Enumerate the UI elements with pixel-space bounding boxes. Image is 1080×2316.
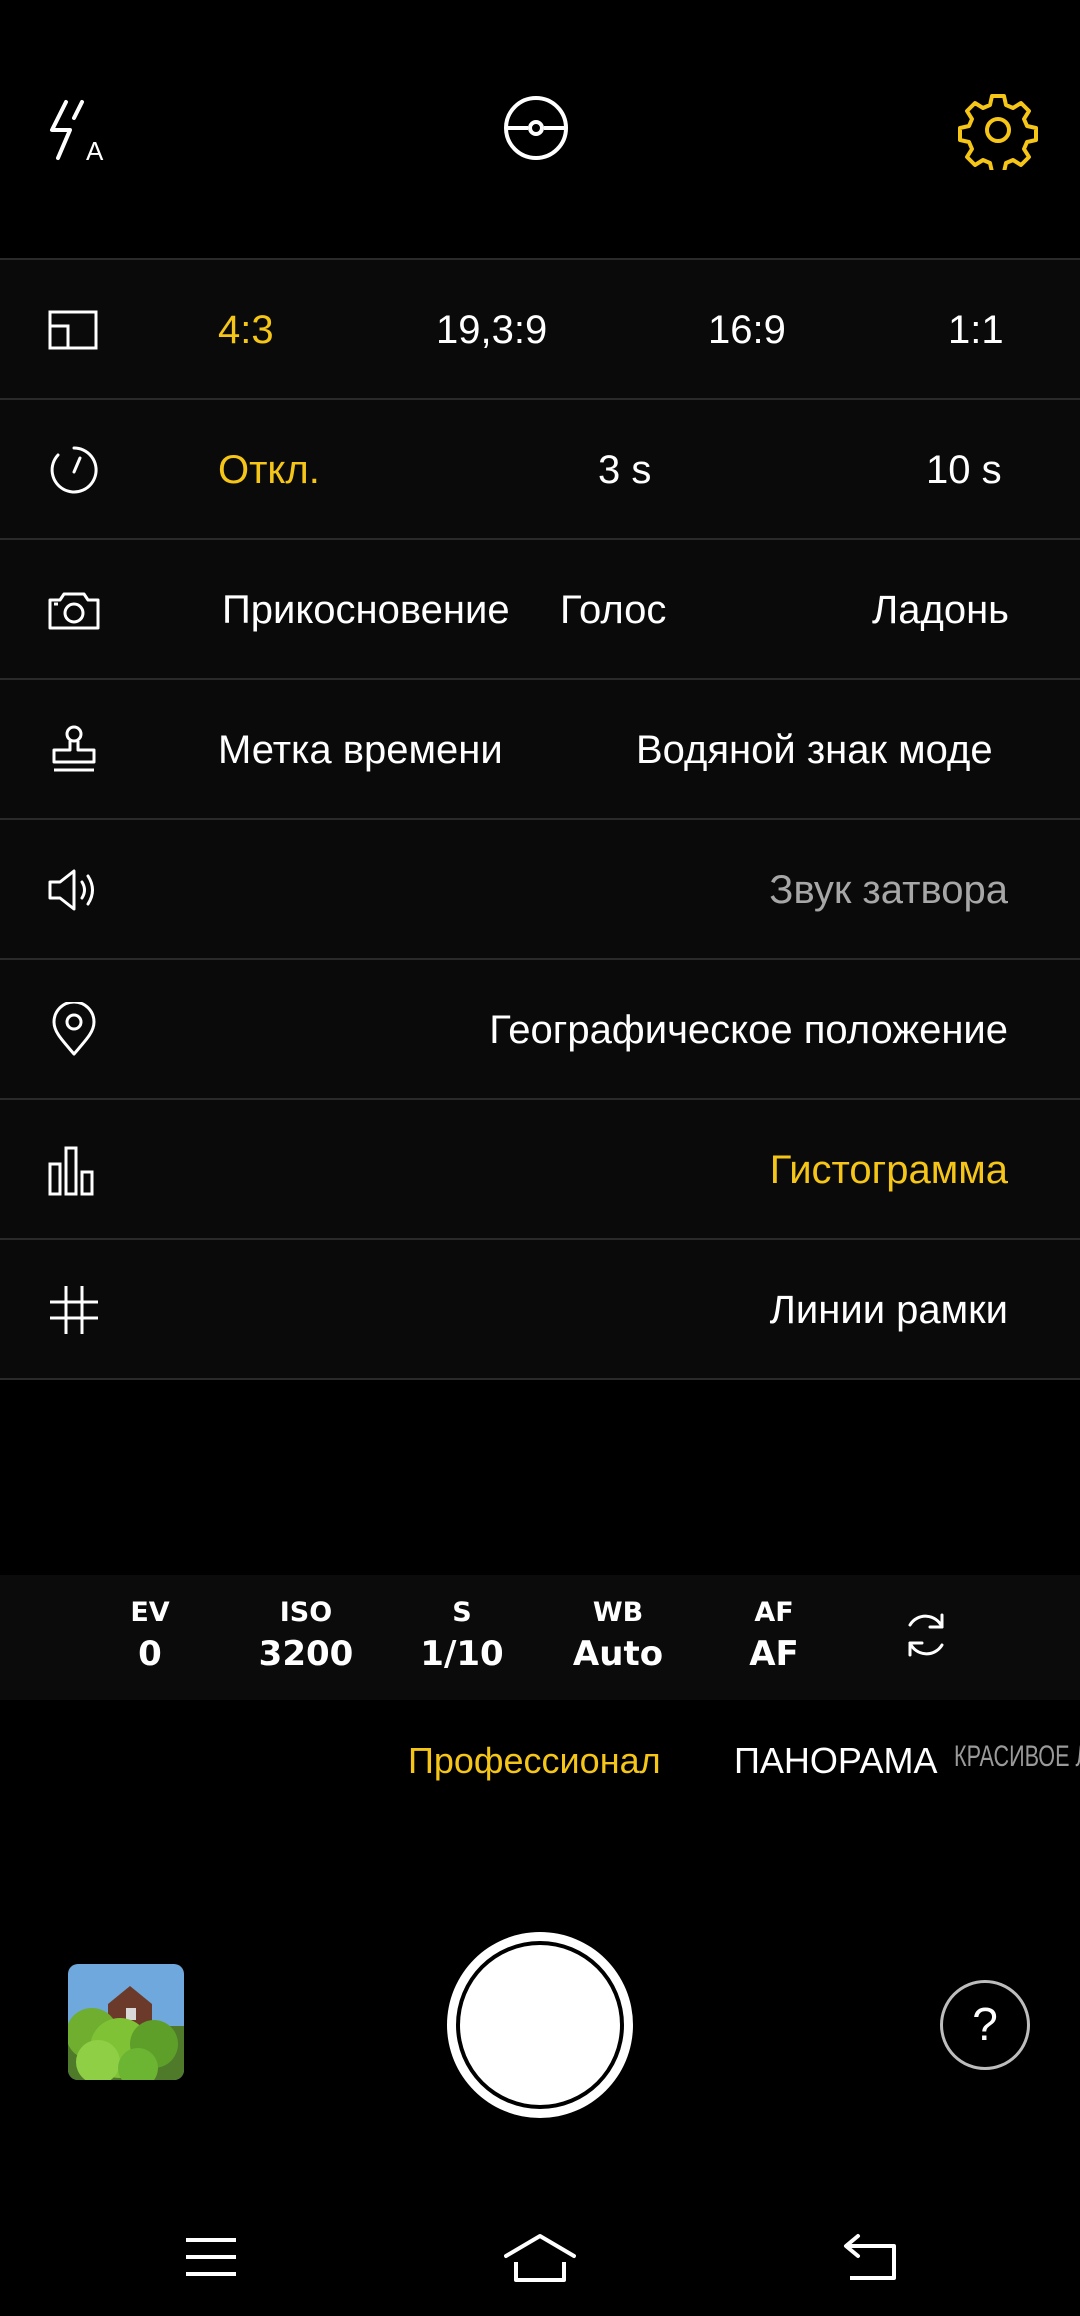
grid-icon bbox=[46, 1282, 102, 1338]
grid-lines-label[interactable]: Линии рамки bbox=[770, 1240, 1008, 1380]
timer-option-off[interactable]: Откл. bbox=[218, 400, 320, 540]
back-icon[interactable] bbox=[840, 2232, 900, 2282]
histogram-icon bbox=[46, 1142, 102, 1198]
aspect-option-1-1[interactable]: 1:1 bbox=[948, 260, 1004, 400]
help-button[interactable]: ? bbox=[940, 1980, 1030, 2070]
capture-option-voice[interactable]: Голос bbox=[560, 540, 666, 680]
capture-mode-row: Прикосновение Голос Ладонь bbox=[0, 538, 1080, 678]
grid-lines-row[interactable]: Линии рамки bbox=[0, 1238, 1080, 1380]
white-balance-control[interactable]: WB Auto bbox=[558, 1597, 678, 1674]
watermark-option-timestamp[interactable]: Метка времени bbox=[218, 680, 503, 820]
shutter-sound-label[interactable]: Звук затвора bbox=[769, 820, 1008, 960]
timer-option-3s[interactable]: 3 s bbox=[598, 400, 651, 540]
capture-option-palm[interactable]: Ладонь bbox=[872, 540, 1009, 680]
aspect-ratio-icon bbox=[46, 302, 102, 358]
settings-gear-icon[interactable] bbox=[958, 90, 1038, 174]
histogram-label[interactable]: Гистограмма bbox=[770, 1100, 1008, 1240]
mode-selector: Профессионал ПАНОРАМА КРАСИВОЕ ЛИЦО bbox=[0, 1700, 1080, 1840]
shutter-sound-row[interactable]: Звук затвора bbox=[0, 818, 1080, 958]
mode-beauty-face[interactable]: КРАСИВОЕ ЛИЦО bbox=[954, 1740, 1080, 1774]
timer-row: Откл. 3 s 10 s bbox=[0, 398, 1080, 538]
mode-professional[interactable]: Профессионал bbox=[408, 1740, 661, 1782]
pro-controls-bar: EV 0 ISO 3200 S 1/10 WB Auto AF AF bbox=[0, 1575, 1080, 1700]
iso-value: 3200 bbox=[258, 1634, 354, 1674]
flash-auto-icon[interactable]: A bbox=[38, 90, 118, 170]
shutter-button[interactable] bbox=[445, 1930, 635, 2120]
iso-control[interactable]: ISO 3200 bbox=[246, 1597, 366, 1674]
location-row[interactable]: Географическое положение bbox=[0, 958, 1080, 1098]
location-pin-icon bbox=[46, 1000, 102, 1058]
camera-icon bbox=[46, 582, 102, 638]
watermark-row: Метка времени Водяной знак моде bbox=[0, 678, 1080, 818]
autofocus-value: AF bbox=[749, 1634, 799, 1674]
bottom-controls: ? bbox=[0, 1840, 1080, 2316]
timer-icon bbox=[46, 442, 102, 498]
svg-text:A: A bbox=[86, 136, 104, 166]
reset-refresh-icon[interactable] bbox=[898, 1607, 954, 1663]
gallery-thumbnail[interactable] bbox=[68, 1964, 184, 2080]
settings-panel: 4:3 19,3:9 16:9 1:1 Откл. 3 s 10 s Прико… bbox=[0, 258, 1080, 1380]
menu-icon[interactable] bbox=[184, 2234, 238, 2280]
shutter-speed-control[interactable]: S 1/10 bbox=[402, 1597, 522, 1674]
autofocus-control[interactable]: AF AF bbox=[714, 1597, 834, 1674]
white-balance-label: WB bbox=[592, 1597, 644, 1628]
shutter-speed-label: S bbox=[452, 1597, 472, 1628]
stamp-icon bbox=[46, 722, 102, 778]
top-bar: A bbox=[0, 0, 1080, 258]
capture-option-touch[interactable]: Прикосновение bbox=[222, 540, 510, 680]
ev-control[interactable]: EV 0 bbox=[90, 1597, 210, 1674]
help-label: ? bbox=[972, 1998, 998, 2050]
home-icon[interactable] bbox=[504, 2232, 576, 2284]
aspect-option-4-3[interactable]: 4:3 bbox=[218, 260, 274, 400]
iso-label: ISO bbox=[279, 1597, 333, 1628]
aspect-option-19-3-9[interactable]: 19,3:9 bbox=[436, 260, 547, 400]
speaker-icon bbox=[46, 862, 102, 918]
histogram-row[interactable]: Гистограмма bbox=[0, 1098, 1080, 1238]
white-balance-value: Auto bbox=[572, 1634, 664, 1674]
timer-option-10s[interactable]: 10 s bbox=[926, 400, 1002, 540]
autofocus-label: AF bbox=[754, 1597, 794, 1628]
mode-panorama[interactable]: ПАНОРАМА bbox=[734, 1740, 938, 1782]
aspect-ratio-row: 4:3 19,3:9 16:9 1:1 bbox=[0, 258, 1080, 398]
ev-label: EV bbox=[130, 1597, 170, 1628]
shutter-speed-value: 1/10 bbox=[420, 1634, 504, 1674]
watermark-option-model[interactable]: Водяной знак моде bbox=[636, 680, 993, 820]
ev-value: 0 bbox=[138, 1634, 162, 1674]
location-label[interactable]: Географическое положение bbox=[489, 960, 1008, 1100]
lens-switch-icon[interactable] bbox=[496, 90, 576, 170]
aspect-option-16-9[interactable]: 16:9 bbox=[708, 260, 786, 400]
